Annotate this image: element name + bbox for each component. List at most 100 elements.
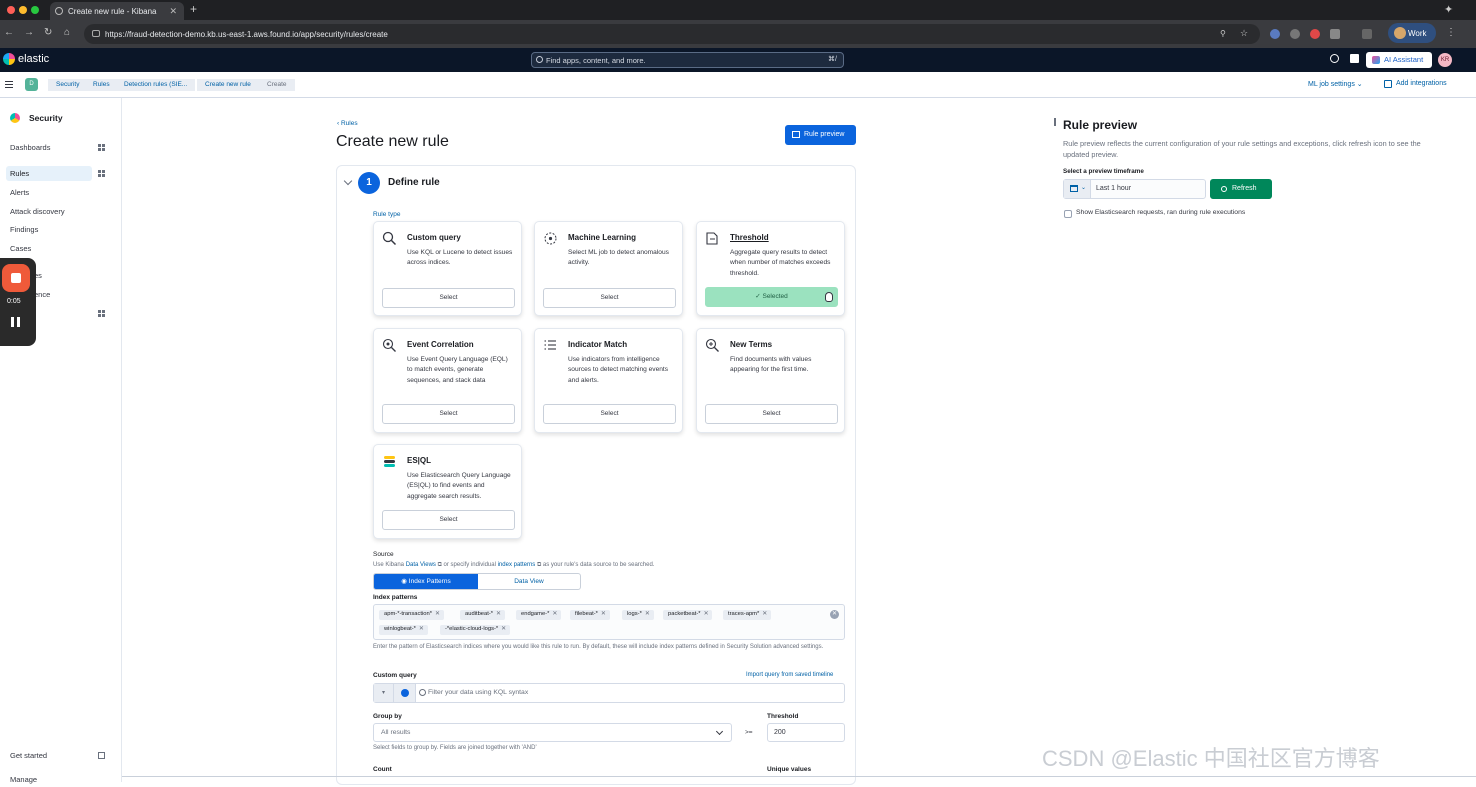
index-patterns-help: Enter the pattern of Elasticsearch indic… [373, 644, 824, 650]
select-button[interactable]: Select [543, 288, 676, 308]
forward-icon[interactable]: → [24, 27, 34, 38]
sidebar-item-dashboards[interactable]: Dashboards [6, 140, 92, 155]
sidepanel-icon[interactable] [1362, 29, 1372, 39]
help-icon[interactable] [1330, 54, 1339, 63]
remove-chip-icon[interactable]: ✕ [601, 611, 606, 617]
more-panel-icon[interactable] [98, 310, 105, 317]
reload-icon[interactable]: ↻ [44, 27, 52, 38]
clear-index-patterns-icon[interactable]: ✕ [830, 610, 839, 619]
site-info-icon[interactable] [92, 30, 100, 37]
back-icon[interactable]: ← [4, 27, 14, 38]
breadcrumb-security[interactable]: Security [48, 79, 88, 91]
saved-query-menu-icon[interactable]: ▾ [374, 684, 394, 702]
select-button[interactable]: Select [382, 510, 515, 530]
ai-assistant-button[interactable]: AI Assistant [1366, 52, 1432, 68]
close-window-icon[interactable] [7, 6, 15, 14]
url-field[interactable]: https://fraud-detection-demo.kb.us-east-… [84, 24, 1260, 44]
rule-type-card-threshold[interactable]: Threshold Aggregate query results to det… [696, 221, 845, 316]
news-icon[interactable] [1350, 54, 1359, 63]
timeframe-picker[interactable]: ⌄ Last 1 hour [1063, 179, 1206, 199]
group-by-select[interactable]: All results [373, 723, 732, 742]
remove-chip-icon[interactable]: ✕ [762, 611, 767, 617]
maximize-window-icon[interactable] [31, 6, 39, 14]
index-patterns-combobox[interactable]: apm-*-transaction* ✕ auditbeat-* ✕ endgame… [373, 604, 845, 640]
select-button[interactable]: Select [382, 288, 515, 308]
zoom-icon[interactable]: ⚲ [1220, 29, 1226, 38]
breadcrumb-create: Create [259, 79, 295, 91]
add-integrations-link[interactable]: Add integrations [1384, 80, 1447, 88]
sidebar-item-partial-2[interactable]: ence [30, 287, 90, 302]
remove-chip-icon[interactable]: ✕ [645, 611, 650, 617]
browser-tab[interactable]: Create new rule - Kibana ✕ [50, 2, 184, 20]
rules-panel-icon[interactable] [98, 170, 105, 177]
rule-preview-title: Rule preview [1063, 118, 1138, 132]
extension-1-icon[interactable] [1270, 29, 1280, 39]
rule-type-card-machine-learning[interactable]: Machine Learning Select ML job to detect… [534, 221, 683, 316]
rule-type-card-esql[interactable]: ES|QL Use Elasticsearch Query Language (… [373, 444, 522, 539]
sidebar-item-get-started[interactable]: Get started [6, 748, 92, 763]
select-button[interactable]: Select [705, 404, 838, 424]
dashboards-panel-icon[interactable] [98, 144, 105, 151]
remove-chip-icon[interactable]: ✕ [552, 611, 557, 617]
add-filter-button[interactable] [394, 684, 416, 702]
sparkle-icon[interactable]: ✦ [1444, 3, 1453, 16]
rule-type-card-indicator-match[interactable]: Indicator Match Use indicators from inte… [534, 328, 683, 433]
extension-3-icon[interactable] [1310, 29, 1320, 39]
pause-icon[interactable] [11, 317, 20, 327]
sidebar-item-alerts[interactable]: Alerts [6, 185, 92, 200]
user-avatar[interactable]: KR [1438, 53, 1452, 67]
sidebar-item-attack-discovery[interactable]: Attack discovery [6, 204, 92, 219]
elastic-logo[interactable]: elastic [3, 53, 49, 65]
profile-button[interactable]: Work [1388, 23, 1436, 43]
remove-chip-icon[interactable]: ✕ [496, 611, 501, 617]
global-search-input[interactable]: Find apps, content, and more. ⌘/ [531, 52, 844, 68]
resize-handle-icon[interactable] [1054, 118, 1056, 126]
remove-chip-icon[interactable]: ✕ [704, 611, 709, 617]
minimize-window-icon[interactable] [19, 6, 27, 14]
custom-query-input[interactable]: ▾ Filter your data using KQL syntax [373, 683, 845, 703]
sidebar-item-rules[interactable]: Rules [6, 166, 92, 181]
new-tab-icon[interactable]: + [190, 2, 197, 16]
watermark: CSDN @Elastic 中国社区官方博客 [1042, 746, 1380, 771]
search-icon [536, 56, 543, 63]
bookmark-star-icon[interactable]: ☆ [1240, 28, 1248, 39]
remove-chip-icon[interactable]: ✕ [435, 611, 440, 617]
home-icon[interactable]: ⌂ [64, 27, 70, 38]
index-patterns-link[interactable]: index patterns [498, 562, 536, 568]
sidebar-item-findings[interactable]: Findings [6, 222, 92, 237]
rule-type-card-event-correlation[interactable]: Event Correlation Use Event Query Langua… [373, 328, 522, 433]
sidebar-item-partial-1[interactable]: es [30, 268, 90, 283]
select-button[interactable]: Select [543, 404, 676, 424]
breadcrumb-detection-rules[interactable]: Detection rules (SIE... [116, 79, 196, 91]
extension-2-icon[interactable] [1290, 29, 1300, 39]
back-to-rules-link[interactable]: ‹ Rules [337, 120, 358, 127]
space-selector[interactable]: D [25, 78, 38, 91]
index-patterns-toggle[interactable]: ◉ Index Patterns [374, 574, 478, 589]
extensions-puzzle-icon[interactable] [1330, 29, 1340, 39]
index-chip: auditbeat-* ✕ [460, 610, 505, 620]
data-view-toggle[interactable]: Data View [478, 574, 580, 589]
breadcrumb-create-new-rule[interactable]: Create new rule [197, 79, 259, 91]
rule-preview-button[interactable]: Rule preview [785, 125, 856, 145]
menu-toggle-icon[interactable] [5, 81, 13, 88]
quick-select-button[interactable]: ⌄ [1064, 180, 1091, 198]
sidebar-item-manage[interactable]: Manage [6, 772, 92, 787]
sidebar-item-cases[interactable]: Cases [6, 241, 92, 256]
import-query-link[interactable]: Import query from saved timeline [746, 672, 833, 678]
data-views-link[interactable]: Data Views [406, 562, 436, 568]
remove-chip-icon[interactable]: ✕ [501, 626, 506, 632]
breadcrumb-rules[interactable]: Rules [85, 79, 118, 91]
rule-type-card-custom-query[interactable]: Custom query Use KQL or Lucene to detect… [373, 221, 522, 316]
threshold-input[interactable]: 200 [767, 723, 845, 742]
selected-button[interactable]: ✓ Selected [705, 287, 838, 307]
tab-close-icon[interactable]: ✕ [169, 6, 177, 17]
select-button[interactable]: Select [382, 404, 515, 424]
remove-chip-icon[interactable]: ✕ [419, 626, 424, 632]
refresh-button[interactable]: Refresh [1210, 179, 1272, 199]
ml-job-settings-link[interactable]: ML job settings ⌄ [1308, 80, 1363, 88]
rule-type-card-new-terms[interactable]: New Terms Find documents with values app… [696, 328, 845, 433]
browser-menu-icon[interactable]: ⋮ [1446, 27, 1456, 38]
show-requests-checkbox[interactable] [1064, 210, 1072, 218]
stop-recording-button[interactable] [2, 264, 30, 292]
card-title: New Terms [730, 340, 773, 349]
